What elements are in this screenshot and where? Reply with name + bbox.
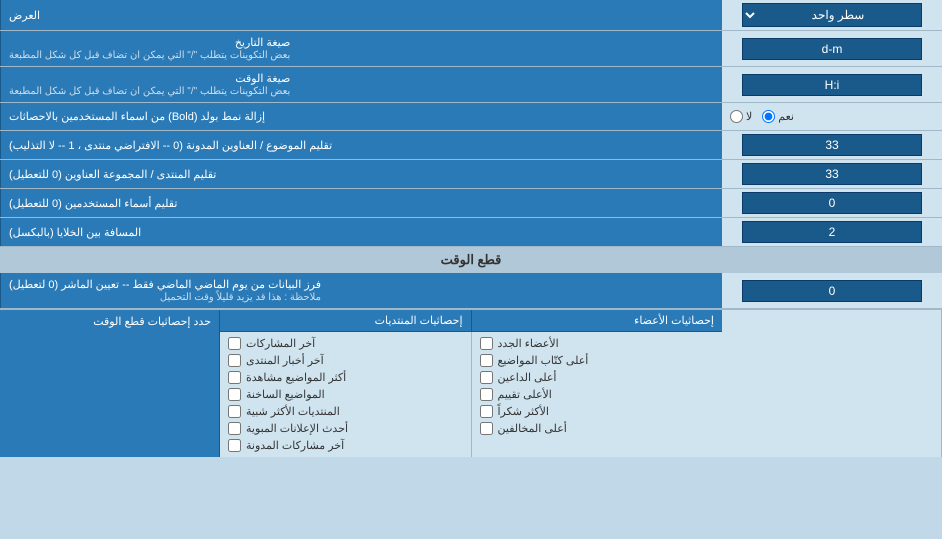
stat-forum-news-cb[interactable] (228, 354, 241, 367)
stats-header-row: إحصاثيات الأعضاء إحصاثيات المنتديات (220, 310, 722, 332)
trim-users-row: تقليم أسماء المستخدمين (0 للتعطيل) (0, 189, 942, 218)
trim-users-input[interactable] (742, 192, 922, 214)
stat-blog-posts: آخر مشاركات المدونة (228, 437, 463, 454)
time-format-label: صيغة الوقتبعض التكوينات يتطلب "/" التي ي… (0, 67, 722, 102)
time-section-header: قطع الوقت (0, 247, 942, 273)
bold-label: إزالة نمط بولد (Bold) من اسماء المستخدمي… (0, 103, 722, 130)
stat-top-inviters: أعلى الداعين (480, 369, 715, 386)
stat-last-posts: آخر المشاركات (228, 335, 463, 352)
stat-most-viewed: أكثر المواضيع مشاهدة (228, 369, 463, 386)
main-container: سطر واحد سطرين العرض صيغة التاريخبعض الت… (0, 0, 942, 457)
cell-space-label: المسافة بين الخلايا (بالبكسل) (0, 218, 722, 246)
stat-forum-news: آخر أخبار المنتدى (228, 352, 463, 369)
stats-col2-header: إحصاثيات الأعضاء (471, 310, 723, 331)
stat-classifieds: أحدث الإعلانات المبوية (228, 420, 463, 437)
stat-hot-topics: المواضيع الساخنة (228, 386, 463, 403)
date-format-label: صيغة التاريخبعض التكوينات يتطلب "/" التي… (0, 31, 722, 66)
bold-yes-label[interactable]: نعم (762, 110, 794, 123)
stat-members-new-cb[interactable] (480, 337, 493, 350)
trim-forum-row: تقليم المنتدى / المجموعة العناوين (0 للت… (0, 160, 942, 189)
cell-space-input-cell (722, 218, 942, 246)
cell-space-input[interactable] (742, 221, 922, 243)
date-format-input[interactable] (742, 38, 922, 60)
bold-no-label[interactable]: لا (730, 110, 752, 123)
stat-most-viewed-cb[interactable] (228, 371, 241, 384)
stats-col1-header: إحصاثيات المنتديات (220, 310, 471, 331)
time-format-row: صيغة الوقتبعض التكوينات يتطلب "/" التي ي… (0, 67, 942, 103)
trim-forum-input[interactable] (742, 163, 922, 185)
date-format-input-cell (722, 31, 942, 66)
display-select[interactable]: سطر واحد سطرين (742, 3, 922, 27)
stats-content: إحصاثيات الأعضاء إحصاثيات المنتديات الأع… (220, 310, 722, 457)
trim-users-input-cell (722, 189, 942, 217)
time-cutoff-input[interactable] (742, 280, 922, 302)
stat-top-rated: الأعلى تقييم (480, 386, 715, 403)
stats-col1-checkboxes: آخر المشاركات آخر أخبار المنتدى أكثر الم… (220, 332, 471, 457)
stat-top-violations: أعلى المخالفين (480, 420, 715, 437)
stat-most-similar-cb[interactable] (228, 405, 241, 418)
time-cutoff-label: فرز البيانات من يوم الماضي الماضي فقط --… (0, 273, 722, 308)
display-label: العرض (0, 0, 722, 30)
date-format-row: صيغة التاريخبعض التكوينات يتطلب "/" التي… (0, 31, 942, 67)
stat-most-similar: المنتديات الأكثر شبية (228, 403, 463, 420)
bold-no-radio[interactable] (730, 110, 743, 123)
stat-top-writers-cb[interactable] (480, 354, 493, 367)
time-format-input[interactable] (742, 74, 922, 96)
stat-hot-topics-cb[interactable] (228, 388, 241, 401)
trim-title-input[interactable] (742, 134, 922, 156)
stat-classifieds-cb[interactable] (228, 422, 241, 435)
stat-most-thanks: الأكثر شكراً (480, 403, 715, 420)
stats-section-label: حدد إحصاثيات قطع الوقت (0, 310, 220, 457)
stat-top-rated-cb[interactable] (480, 388, 493, 401)
stat-top-violations-cb[interactable] (480, 422, 493, 435)
display-row: سطر واحد سطرين العرض (0, 0, 942, 31)
trim-forum-input-cell (722, 160, 942, 188)
trim-title-row: تقليم الموضوع / العناوين المدونة (0 -- ا… (0, 131, 942, 160)
time-format-input-cell (722, 67, 942, 102)
trim-users-label: تقليم أسماء المستخدمين (0 للتعطيل) (0, 189, 722, 217)
cell-space-row: المسافة بين الخلايا (بالبكسل) (0, 218, 942, 247)
stat-last-posts-cb[interactable] (228, 337, 241, 350)
trim-title-input-cell (722, 131, 942, 159)
stats-col2-checkboxes: الأعضاء الجدد أعلى كتّاب المواضيع أعلى ا… (471, 332, 723, 457)
bold-radio-cell: نعم لا (722, 103, 942, 130)
trim-title-label: تقليم الموضوع / العناوين المدونة (0 -- ا… (0, 131, 722, 159)
stats-label-spacer (722, 310, 942, 457)
time-cutoff-input-cell (722, 273, 942, 308)
bold-yes-radio[interactable] (762, 110, 775, 123)
time-cutoff-row: فرز البيانات من يوم الماضي الماضي فقط --… (0, 273, 942, 309)
stat-blog-posts-cb[interactable] (228, 439, 241, 452)
stat-top-writers: أعلى كتّاب المواضيع (480, 352, 715, 369)
display-input-cell: سطر واحد سطرين (722, 0, 942, 30)
stat-most-thanks-cb[interactable] (480, 405, 493, 418)
time-section-header-row: قطع الوقت (0, 247, 942, 273)
stat-top-inviters-cb[interactable] (480, 371, 493, 384)
trim-forum-label: تقليم المنتدى / المجموعة العناوين (0 للت… (0, 160, 722, 188)
stat-members-new: الأعضاء الجدد (480, 335, 715, 352)
stats-checkboxes-container: الأعضاء الجدد أعلى كتّاب المواضيع أعلى ا… (220, 332, 722, 457)
bold-row: نعم لا إزالة نمط بولد (Bold) من اسماء ال… (0, 103, 942, 131)
stats-container: إحصاثيات الأعضاء إحصاثيات المنتديات الأع… (0, 309, 942, 457)
